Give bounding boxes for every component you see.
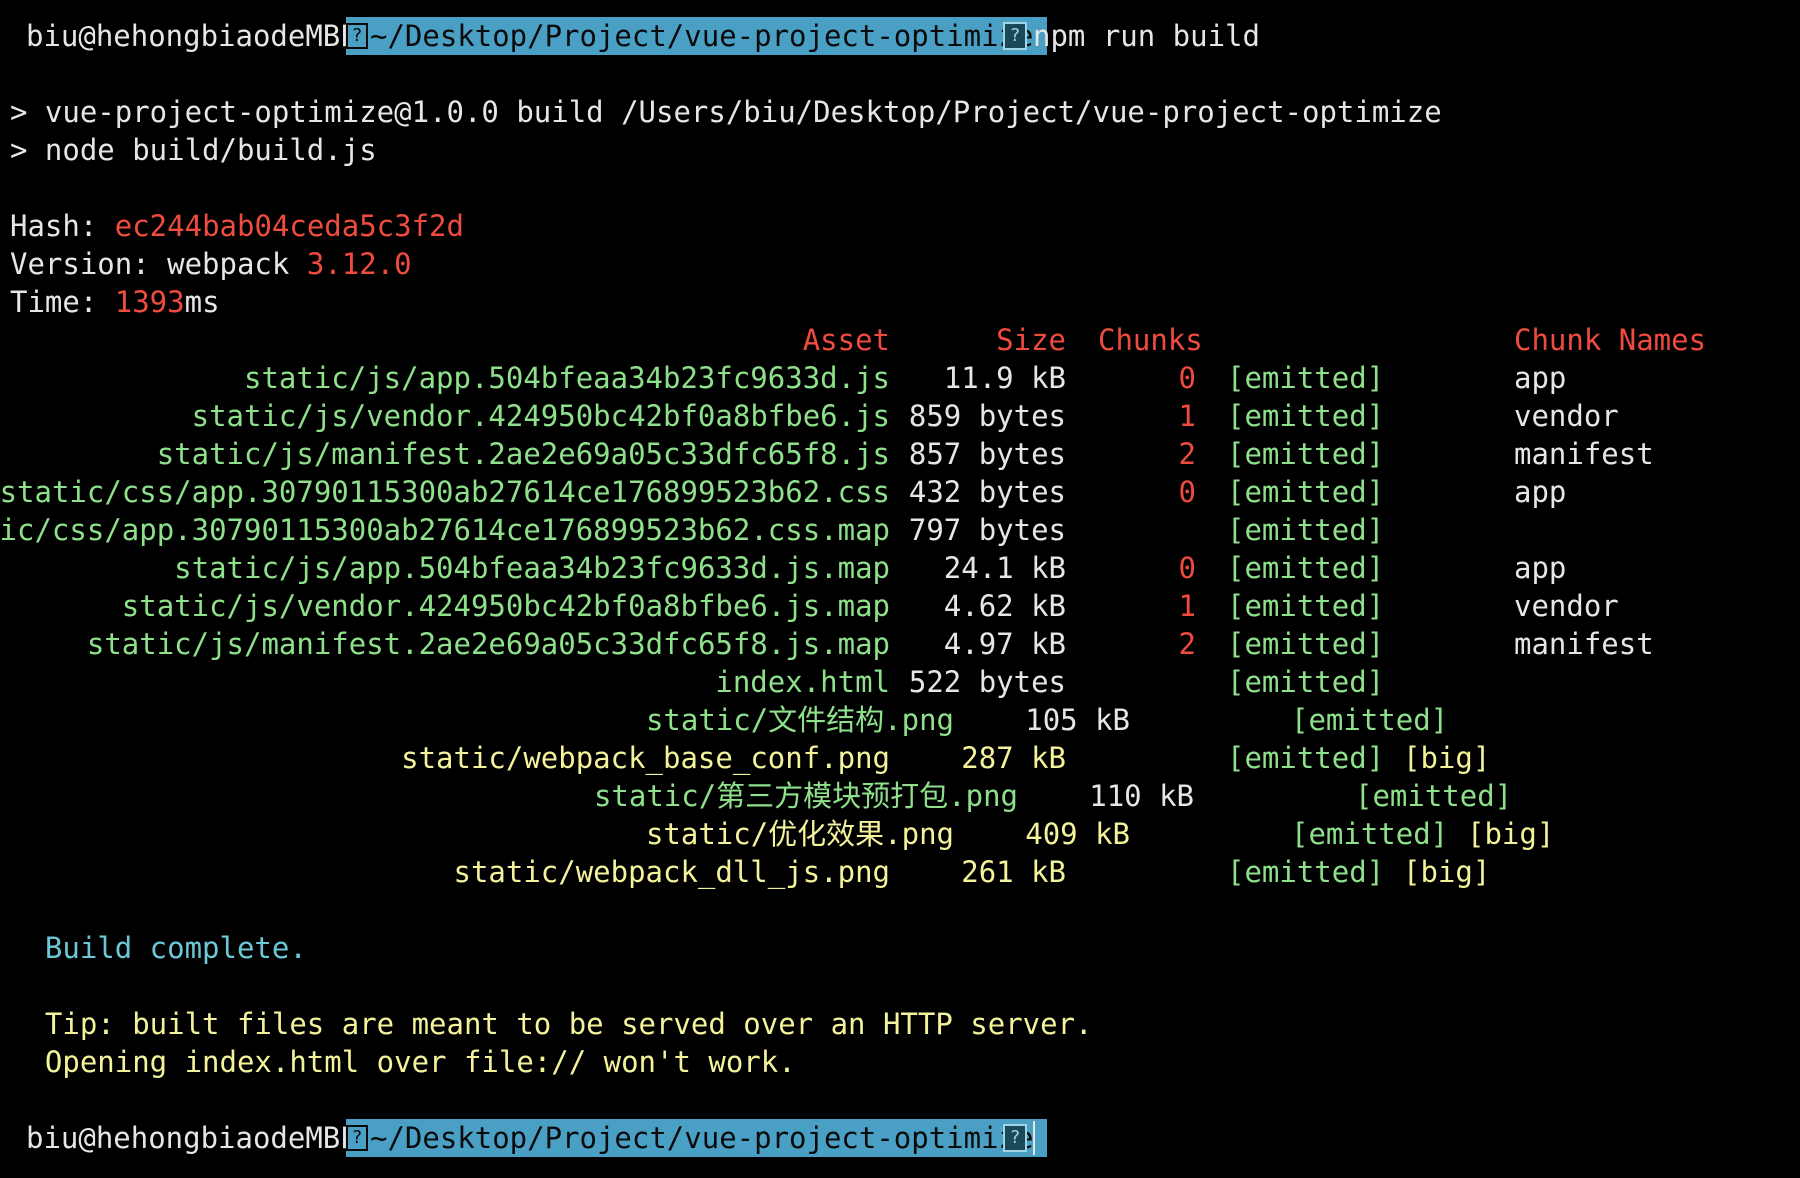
build-complete-message: Build complete. bbox=[10, 931, 307, 965]
prompt-user-2: biu@hehongbiaodeMBP bbox=[26, 1121, 358, 1155]
script-line-1: > vue-project-optimize@1.0.0 build /User… bbox=[10, 95, 1442, 129]
prompt-path-text: ~/Desktop/Project/vue-project-optimize bbox=[370, 19, 1034, 53]
unknown-glyph-icon: ? bbox=[1003, 1124, 1027, 1152]
time-unit: ms bbox=[184, 285, 220, 319]
header-chunk-names: Chunk Names bbox=[1514, 323, 1707, 357]
asset-status: [emitted] bbox=[1227, 437, 1385, 471]
asset-chunk: 0 bbox=[1178, 551, 1196, 585]
asset-name: static/js/vendor.424950bc42bf0a8bfbe6.js bbox=[191, 399, 890, 433]
asset-status: [emitted] bbox=[1291, 703, 1449, 737]
asset-name: static/js/app.504bfeaa34b23fc9633d.js.ma… bbox=[174, 551, 890, 585]
hash-line: Hash: ec244bab04ceda5c3f2d bbox=[10, 207, 464, 245]
asset-size: 105 kB bbox=[1025, 703, 1130, 737]
unknown-glyph-icon: ? bbox=[346, 1125, 368, 1151]
asset-chunk-name: manifest bbox=[1514, 437, 1654, 471]
asset-size: 857 bytes bbox=[908, 437, 1066, 471]
time-value: 1393 bbox=[114, 285, 185, 319]
asset-big-flag: [big] bbox=[1403, 741, 1491, 775]
asset-size: 797 bytes bbox=[908, 513, 1066, 547]
tip-line-2: Opening index.html over file:// won't wo… bbox=[10, 1045, 796, 1079]
asset-chunk-name: vendor bbox=[1514, 399, 1619, 433]
asset-size: 24.1 kB bbox=[943, 551, 1066, 585]
asset-status: [emitted] bbox=[1355, 779, 1513, 813]
prompt-user: biu@hehongbiaodeMBP bbox=[26, 19, 358, 53]
header-asset: Asset bbox=[802, 323, 890, 357]
asset-name: static/第三方模块预打包.png bbox=[593, 779, 1018, 813]
script-line-2: > node build/build.js bbox=[10, 133, 377, 167]
terminal-window[interactable]: biu@hehongbiaodeMBP ? ~/Desktop/Project/v… bbox=[0, 0, 1800, 1178]
asset-size: 432 bytes bbox=[908, 475, 1066, 509]
asset-name: static/css/app.30790115300ab27614ce17689… bbox=[0, 513, 890, 547]
asset-size: 11.9 kB bbox=[943, 361, 1066, 395]
asset-size: 261 kB bbox=[961, 855, 1066, 889]
time-label: Time: bbox=[10, 285, 115, 319]
asset-size: 522 bytes bbox=[908, 665, 1066, 699]
asset-name: static/css/app.30790115300ab27614ce17689… bbox=[0, 475, 890, 509]
asset-chunk: 0 bbox=[1178, 361, 1196, 395]
asset-status: [emitted] bbox=[1227, 589, 1385, 623]
asset-status: [emitted] bbox=[1227, 855, 1385, 889]
asset-chunk: 1 bbox=[1178, 589, 1196, 623]
header-size: Size bbox=[996, 323, 1066, 357]
unknown-glyph-icon: ? bbox=[346, 23, 368, 49]
asset-name: static/js/vendor.424950bc42bf0a8bfbe6.js… bbox=[121, 589, 890, 623]
asset-name: static/js/manifest.2ae2e69a05c33dfc65f8.… bbox=[156, 437, 890, 471]
asset-chunk: 0 bbox=[1178, 475, 1196, 509]
asset-name: static/webpack_dll_js.png bbox=[453, 855, 891, 889]
version-value: 3.12.0 bbox=[306, 247, 412, 281]
asset-chunk-name: app bbox=[1514, 475, 1567, 509]
asset-chunk-name: manifest bbox=[1514, 627, 1654, 661]
unknown-glyph-icon: ? bbox=[1003, 22, 1027, 50]
asset-status: [emitted] bbox=[1227, 741, 1385, 775]
version-label: Version: webpack bbox=[10, 247, 307, 281]
asset-name: static/文件结构.png bbox=[645, 703, 954, 737]
asset-big-flag: [big] bbox=[1467, 817, 1555, 851]
asset-size: 287 kB bbox=[961, 741, 1066, 775]
asset-size: 4.62 kB bbox=[943, 589, 1066, 623]
prompt-path-2: ? ~/Desktop/Project/vue-project-optimize bbox=[346, 1119, 1048, 1157]
version-line: Version: webpack 3.12.0 bbox=[10, 245, 412, 283]
asset-status: [emitted] bbox=[1227, 399, 1385, 433]
header-chunks: Chunks bbox=[1098, 323, 1203, 357]
asset-chunk-name: app bbox=[1514, 551, 1567, 585]
asset-status: [emitted] bbox=[1227, 627, 1385, 661]
asset-status: [emitted] bbox=[1227, 551, 1385, 585]
asset-name: index.html bbox=[715, 665, 890, 699]
asset-size: 409 kB bbox=[1025, 817, 1130, 851]
asset-status: [emitted] bbox=[1227, 665, 1385, 699]
time-line: Time: 1393ms bbox=[10, 283, 220, 321]
asset-chunk-name: vendor bbox=[1514, 589, 1619, 623]
hash-value: ec244bab04ceda5c3f2d bbox=[114, 209, 464, 243]
asset-chunk: 2 bbox=[1178, 437, 1196, 471]
asset-status: [emitted] bbox=[1291, 817, 1449, 851]
asset-big-flag: [big] bbox=[1403, 855, 1491, 889]
asset-name: static/js/app.504bfeaa34b23fc9633d.js bbox=[243, 361, 890, 395]
prompt-path-text-2: ~/Desktop/Project/vue-project-optimize bbox=[370, 1121, 1034, 1155]
tip-line-1: Tip: built files are meant to be served … bbox=[10, 1007, 1093, 1041]
hash-label: Hash: bbox=[10, 209, 115, 243]
asset-size: 110 kB bbox=[1089, 779, 1194, 813]
asset-size: 4.97 kB bbox=[943, 627, 1066, 661]
asset-chunk: 1 bbox=[1178, 399, 1196, 433]
prompt-command: npm run build bbox=[1033, 19, 1260, 53]
asset-name: static/js/manifest.2ae2e69a05c33dfc65f8.… bbox=[86, 627, 890, 661]
asset-status: [emitted] bbox=[1227, 475, 1385, 509]
asset-status: [emitted] bbox=[1227, 513, 1385, 547]
terminal-cursor[interactable] bbox=[1033, 1121, 1035, 1155]
asset-chunk-name: app bbox=[1514, 361, 1567, 395]
asset-status: [emitted] bbox=[1227, 361, 1385, 395]
asset-name: static/webpack_base_conf.png bbox=[401, 741, 890, 775]
asset-chunk: 2 bbox=[1178, 627, 1196, 661]
asset-size: 859 bytes bbox=[908, 399, 1066, 433]
prompt-path: ? ~/Desktop/Project/vue-project-optimize bbox=[346, 17, 1048, 55]
asset-name: static/优化效果.png bbox=[645, 817, 954, 851]
